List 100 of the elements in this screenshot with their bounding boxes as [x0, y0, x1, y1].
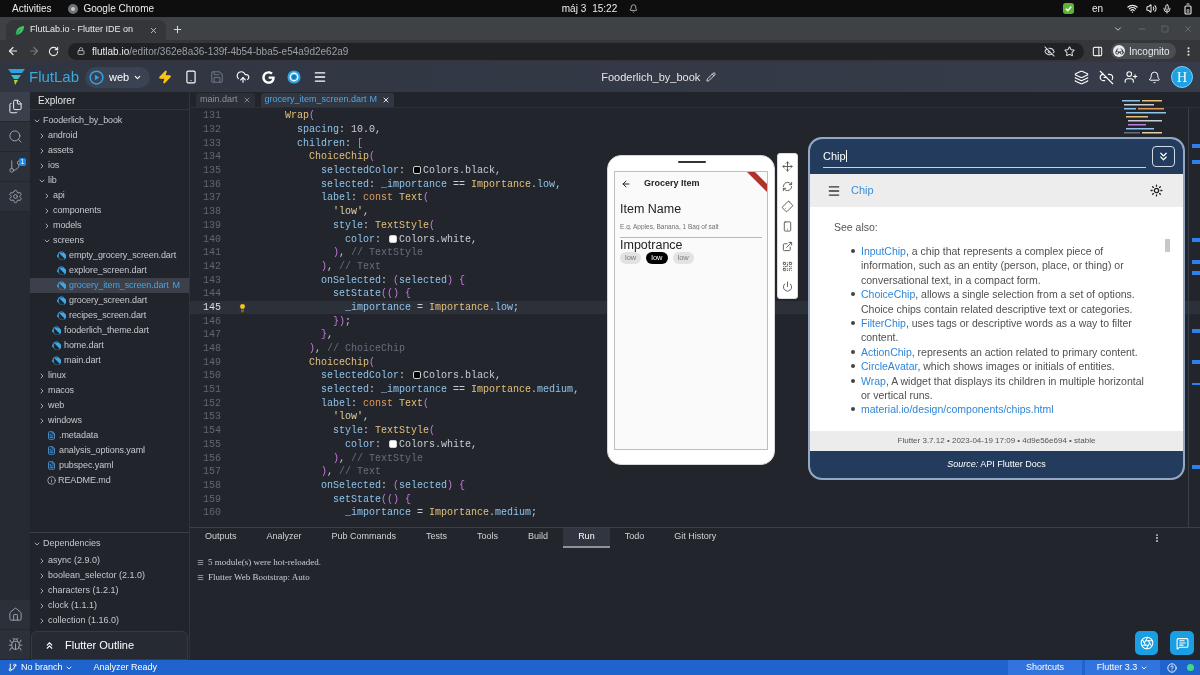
theme-icon[interactable]	[1150, 184, 1163, 197]
doc-link[interactable]: InputChip	[861, 245, 906, 257]
collapse-button[interactable]	[1152, 146, 1175, 167]
tree-item[interactable]: .metadata	[47, 428, 99, 443]
side-panel-icon[interactable]	[1092, 45, 1103, 57]
tree-item[interactable]: components	[43, 203, 102, 218]
panel-tab[interactable]: Outputs	[190, 528, 252, 548]
panel-tab[interactable]: Analyzer	[251, 528, 317, 548]
tree-item[interactable]: ios	[38, 158, 60, 173]
back-icon[interactable]	[7, 45, 19, 57]
editor-tab[interactable]: main.dart	[196, 93, 255, 107]
browser-tab[interactable]: FlutLab.io - Flutter IDE on	[6, 20, 166, 40]
settings-button[interactable]	[0, 182, 30, 212]
dependency-item[interactable]: characters (1.2.1)	[38, 583, 119, 598]
play-icon	[89, 69, 105, 85]
add-user-icon[interactable]	[1124, 70, 1138, 84]
run-target-dropdown[interactable]: web	[85, 66, 151, 88]
chat-button[interactable]	[1170, 631, 1194, 655]
tree-item[interactable]: README.md	[47, 473, 111, 488]
activities-button[interactable]: Activities	[12, 1, 52, 16]
panel-tab[interactable]: Pub Commands	[316, 528, 412, 548]
help-icon[interactable]	[1167, 662, 1177, 673]
eye-off-icon[interactable]	[1044, 45, 1055, 57]
phone-icon[interactable]	[184, 70, 199, 84]
tree-item[interactable]: lib	[38, 173, 57, 188]
line-number: 156	[202, 451, 221, 466]
doc-link[interactable]: material.io/design/components/chips.html	[861, 403, 1054, 416]
doc-link[interactable]: ActionChip	[861, 345, 912, 358]
tree-item[interactable]: home.dart	[52, 338, 104, 353]
panel-tab[interactable]: Git History	[659, 528, 732, 548]
save-icon[interactable]	[210, 70, 225, 84]
panel-tab[interactable]: Tools	[462, 528, 514, 548]
cloud-upload-icon[interactable]	[236, 70, 251, 84]
outline-toggle[interactable]: Flutter Outline	[31, 631, 188, 660]
tree-item[interactable]: screens	[43, 233, 84, 248]
tree-item[interactable]: models	[43, 218, 82, 233]
app-menu[interactable]: Google Chrome	[83, 1, 155, 16]
tree-item[interactable]: Fooderlich_by_book	[33, 113, 123, 128]
tree-item[interactable]: web	[38, 398, 65, 413]
dependency-item[interactable]: async (2.9.0)	[38, 553, 101, 568]
tree-item[interactable]: main.dart	[52, 353, 101, 368]
layers-icon[interactable]	[1074, 69, 1089, 85]
panel-tab[interactable]: Run	[563, 528, 610, 548]
dependency-item[interactable]: clock (1.1.1)	[38, 598, 98, 613]
move-icon[interactable]	[782, 160, 793, 172]
tree-item[interactable]: api	[43, 188, 65, 203]
g-logo-icon[interactable]	[262, 70, 276, 84]
phone-icon[interactable]	[782, 220, 793, 232]
tree-item[interactable]: explore_screen.dart	[57, 263, 147, 278]
home-button[interactable]	[0, 600, 30, 630]
assistant-button[interactable]	[1135, 631, 1158, 655]
reload-icon[interactable]	[48, 45, 59, 57]
dependency-item[interactable]: collection (1.16.0)	[38, 613, 120, 628]
tree-item[interactable]: grocery_item_screen.dart M	[30, 278, 189, 293]
qr-code-icon[interactable]	[782, 260, 793, 272]
doc-link[interactable]: Wrap	[861, 374, 886, 387]
panel-tab[interactable]: Todo	[609, 528, 660, 548]
bell-icon[interactable]	[1148, 70, 1161, 84]
rotate-icon[interactable]	[782, 180, 793, 192]
tree-item[interactable]: grocery_screen.dart	[57, 293, 148, 308]
lightning-icon[interactable]	[158, 70, 173, 84]
tree-item[interactable]: macos	[38, 383, 74, 398]
branch-selector[interactable]: No branch	[21, 660, 73, 675]
forward-icon[interactable]	[28, 45, 40, 57]
tree-item[interactable]: android	[38, 128, 78, 143]
power-icon[interactable]	[782, 280, 793, 292]
tree-item[interactable]: assets	[38, 143, 74, 158]
back-icon[interactable]	[621, 179, 631, 189]
tree-item[interactable]: fooderlich_theme.dart	[52, 323, 149, 338]
tree-item[interactable]: windows	[38, 413, 82, 428]
dependency-item[interactable]: boolean_selector (2.1.0)	[38, 568, 146, 583]
profile-button[interactable]: Incognito	[1111, 43, 1176, 59]
language-indicator[interactable]: en	[1091, 1, 1103, 16]
explorer-button[interactable]	[0, 92, 30, 122]
edit-icon[interactable]	[706, 72, 717, 82]
version-selector[interactable]: Flutter 3.3	[1085, 660, 1160, 675]
menu-icon[interactable]	[827, 183, 841, 198]
external-link-icon[interactable]	[782, 240, 793, 252]
tree-item[interactable]: empty_grocery_screen.dart	[57, 248, 177, 263]
link-off-icon[interactable]	[1099, 69, 1114, 85]
panel-tab[interactable]: Build	[513, 528, 564, 548]
ring-icon[interactable]	[287, 70, 302, 84]
menu-icon[interactable]	[313, 70, 328, 84]
search-button[interactable]	[0, 122, 30, 152]
panel-tab[interactable]: Tests	[411, 528, 463, 548]
tree-item[interactable]: pubspec.yaml	[47, 458, 114, 473]
editor-tab[interactable]: grocery_item_screen.dart M	[260, 93, 395, 107]
doc-link[interactable]: FilterChip	[861, 317, 906, 330]
tree-item[interactable]: analysis_options.yaml	[47, 443, 145, 458]
tree-item[interactable]: linux	[38, 368, 66, 383]
section-header[interactable]: Dependencies	[33, 536, 101, 551]
star-icon[interactable]	[1064, 45, 1075, 57]
address-bar[interactable]: flutlab.io/editor/362e8a36-139f-4b54-bba5-e54a9d2e62a9	[68, 42, 1084, 60]
tree-item[interactable]: recipes_screen.dart	[57, 308, 147, 323]
debug-button[interactable]	[0, 630, 30, 660]
shortcuts-button[interactable]: Shortcuts	[1008, 660, 1082, 675]
close-icon[interactable]	[382, 96, 391, 104]
phone-tilted-icon[interactable]	[779, 198, 796, 214]
close-icon[interactable]	[149, 25, 158, 35]
new-tab-icon[interactable]	[172, 24, 183, 35]
